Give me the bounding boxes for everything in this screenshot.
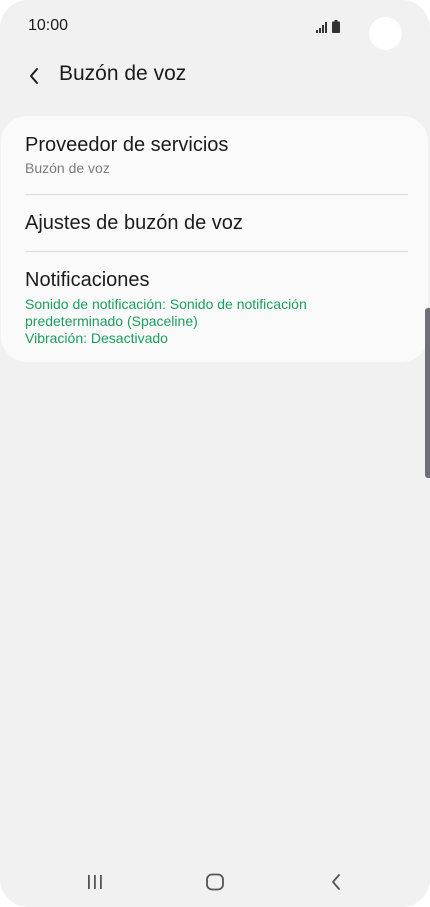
status-icons (316, 19, 340, 33)
home-icon (206, 873, 224, 891)
divider (25, 251, 408, 252)
divider (25, 194, 408, 195)
back-button[interactable] (20, 62, 48, 90)
notifications-title: Notificaciones (25, 269, 150, 291)
scroll-indicator[interactable] (425, 308, 430, 478)
nav-back-button[interactable] (321, 870, 351, 894)
back-icon (332, 874, 340, 890)
service-provider-subtitle: Buzón de voz (25, 160, 110, 176)
battery-icon (332, 20, 340, 33)
list-item-service-provider[interactable]: Proveedor de servicios Buzón de voz (25, 133, 408, 177)
chevron-left-icon (30, 68, 38, 84)
nav-bar (0, 862, 430, 906)
phone-screen: 10:00 Buzón de voz Proveedor de servicio… (0, 0, 430, 907)
service-provider-title: Proveedor de servicios (25, 134, 229, 156)
vibration-detail: Vibración: Desactivado (25, 330, 168, 346)
notification-sound-detail: Sonido de notificación: Sonido de notifi… (25, 296, 307, 312)
page-title: Buzón de voz (59, 62, 187, 85)
app-bar: Buzón de voz (0, 52, 430, 100)
recent-apps-icon (88, 875, 102, 889)
signal-icon (316, 22, 327, 33)
camera-cutout (369, 17, 402, 50)
status-bar: 10:00 (0, 0, 430, 52)
voicemail-settings-title: Ajustes de buzón de voz (25, 212, 243, 234)
list-item-voicemail-settings[interactable]: Ajustes de buzón de voz (25, 211, 408, 235)
notification-sound-detail-cont: predeterminado (Spaceline) (25, 313, 198, 329)
list-item-notifications[interactable]: Notificaciones Sonido de notificación: S… (25, 268, 408, 347)
recent-apps-button[interactable] (80, 870, 110, 894)
status-time: 10:00 (28, 17, 69, 34)
settings-card: Proveedor de servicios Buzón de voz Ajus… (1, 116, 428, 362)
home-button[interactable] (200, 870, 230, 894)
